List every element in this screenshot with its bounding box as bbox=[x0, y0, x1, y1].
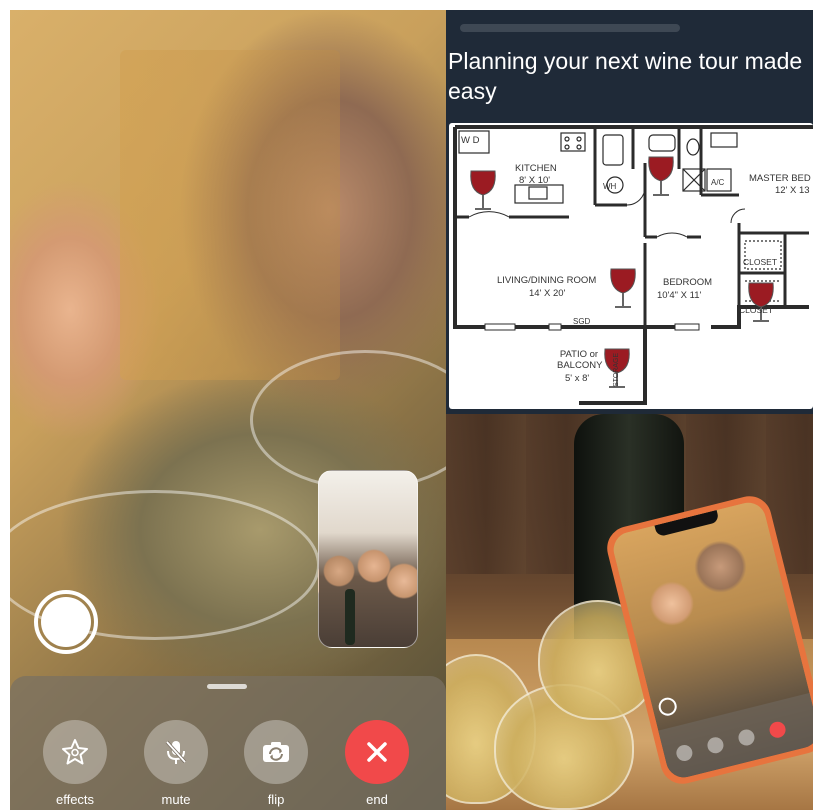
plan-label-ac: A/C bbox=[711, 178, 725, 187]
end-button-circle bbox=[345, 720, 409, 784]
floor-plan-image: W D KITCHEN 8' X 10' WH A/C MASTER BED 1… bbox=[449, 123, 813, 409]
plan-label-patio: PATIO or BALCONY bbox=[557, 349, 603, 371]
plan-label-bedroom-size: 10'4" X 11' bbox=[657, 290, 702, 301]
effects-button[interactable]: effects bbox=[42, 720, 108, 807]
tweet-card: Planning your next wine tour made easy W… bbox=[446, 10, 813, 414]
flip-button-circle bbox=[244, 720, 308, 784]
mic-off-icon bbox=[165, 740, 187, 764]
plan-label-living-size: 14' X 20' bbox=[529, 288, 566, 299]
phone-mute-icon bbox=[705, 735, 726, 755]
phone-flip-icon bbox=[736, 727, 757, 748]
capture-button-inner bbox=[41, 597, 91, 647]
plan-label-sgd: SGD bbox=[573, 317, 591, 326]
plan-label-master-bed: MASTER BED bbox=[749, 173, 811, 184]
phone-capture-button bbox=[656, 695, 679, 718]
effects-label: effects bbox=[55, 792, 95, 807]
mute-button[interactable]: mute bbox=[143, 720, 209, 807]
background-wood-panel bbox=[120, 50, 340, 380]
effects-button-circle bbox=[43, 720, 107, 784]
live-photo-capture-button[interactable] bbox=[34, 590, 98, 654]
plan-label-closet-2: CLOSET bbox=[739, 305, 774, 315]
end-call-button[interactable]: end bbox=[344, 720, 410, 807]
plan-label-kitchen: KITCHEN bbox=[515, 163, 557, 174]
call-controls-panel: effects mute flip end bbox=[10, 676, 446, 810]
mute-button-circle bbox=[144, 720, 208, 784]
end-label: end bbox=[366, 792, 388, 807]
plan-label-closet-1: CLOSET bbox=[743, 257, 778, 267]
plan-label-bedroom: BEDROOM bbox=[663, 277, 713, 288]
star-icon bbox=[62, 739, 88, 765]
plan-label-wd: W D bbox=[461, 135, 480, 146]
close-icon bbox=[367, 742, 387, 762]
panel-grabber-handle[interactable] bbox=[207, 684, 247, 689]
camera-flip-icon bbox=[263, 742, 289, 762]
phone-end-icon bbox=[767, 720, 788, 740]
tweet-header bbox=[460, 24, 680, 32]
tweet-text: Planning your next wine tour made easy bbox=[448, 48, 803, 104]
plan-label-patio-size: 5' x 8' bbox=[565, 373, 590, 384]
plan-label-kitchen-size: 8' X 10' bbox=[519, 175, 551, 186]
plan-label-living: LIVING/DINING ROOM bbox=[497, 275, 597, 286]
phone-effects-icon bbox=[674, 743, 695, 763]
plan-label-master-bed-size: 12' X 13 bbox=[775, 185, 810, 196]
plan-label-wh: WH bbox=[603, 182, 617, 191]
plan-label-storage: STORAGE bbox=[613, 352, 620, 387]
wine-table-photo bbox=[446, 414, 813, 810]
pip-wine-bottle bbox=[345, 589, 355, 645]
facetime-call-view: effects mute flip end bbox=[10, 10, 446, 810]
flip-camera-button[interactable]: flip bbox=[243, 720, 309, 807]
flip-label: flip bbox=[267, 792, 285, 807]
self-view-pip[interactable] bbox=[318, 470, 418, 648]
mute-label: mute bbox=[161, 792, 191, 807]
